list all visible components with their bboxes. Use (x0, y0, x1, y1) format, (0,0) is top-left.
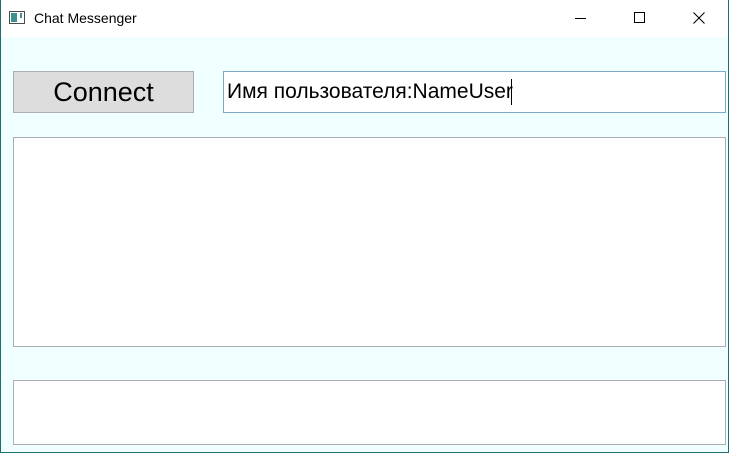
client-area: Connect Имя пользователя:NameUser (1, 37, 728, 452)
window-title: Chat Messenger (34, 10, 137, 26)
message-input[interactable] (13, 380, 726, 445)
app-window-icon[interactable] (9, 11, 25, 24)
maximize-icon (634, 12, 645, 23)
username-input[interactable]: Имя пользователя:NameUser (223, 71, 726, 113)
minimize-icon (575, 18, 586, 19)
close-icon (693, 12, 705, 24)
text-caret (510, 79, 512, 106)
app-window: Chat Messenger Connect Имя пользователя:… (0, 0, 729, 453)
maximize-button[interactable] (611, 0, 669, 37)
title-bar[interactable]: Chat Messenger (1, 0, 728, 37)
minimize-button[interactable] (552, 0, 610, 37)
username-input-value: Имя пользователя:NameUser (227, 80, 513, 103)
chat-log[interactable] (13, 137, 726, 347)
connect-button[interactable]: Connect (13, 71, 194, 113)
close-button[interactable] (670, 0, 728, 37)
